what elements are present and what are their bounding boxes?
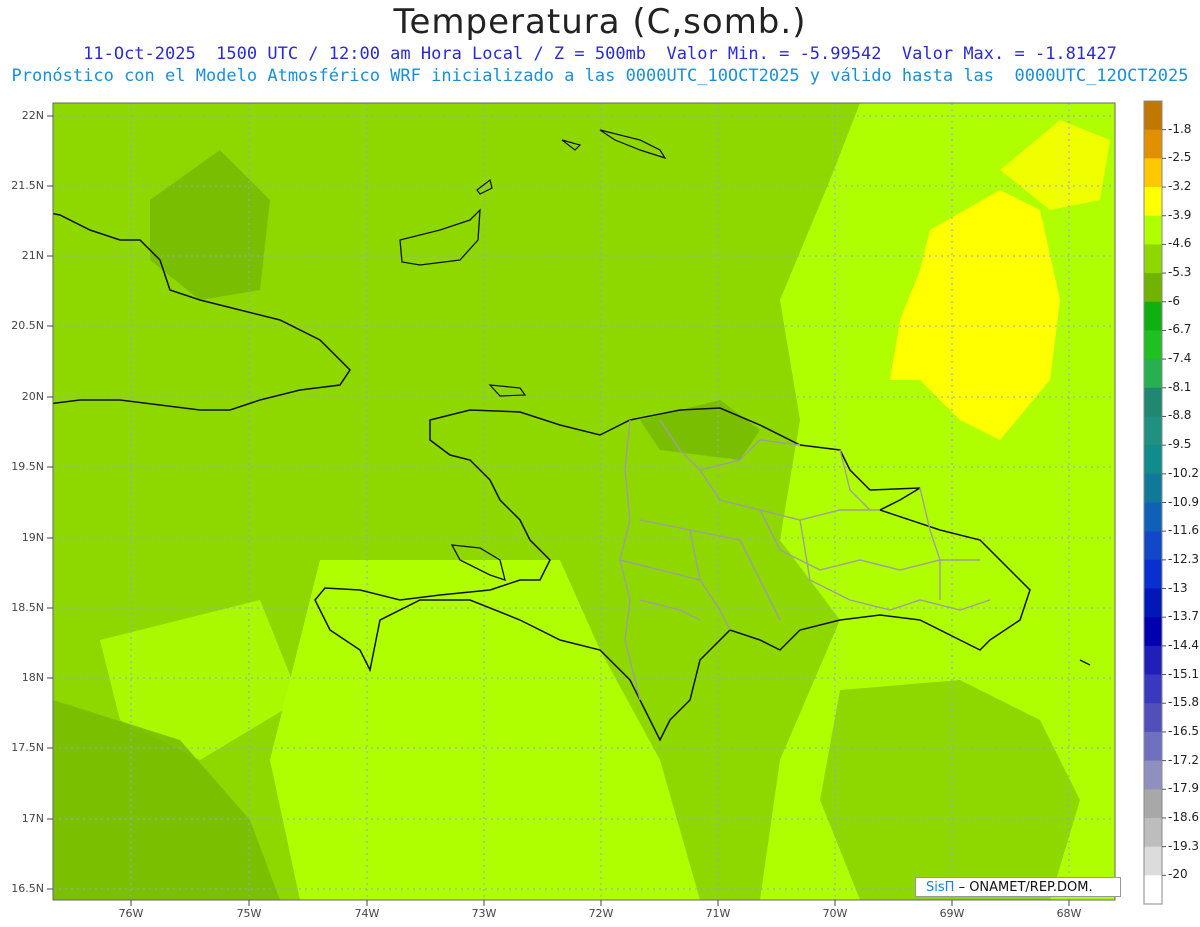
colorbar-label: -15.8	[1168, 695, 1200, 710]
colorbar-label: -2.5	[1168, 150, 1192, 165]
colorbar-label: -15.1	[1168, 666, 1200, 681]
lon-label: 72W	[588, 907, 614, 920]
colorbar	[1143, 100, 1166, 905]
colorbar-label: -9.5	[1168, 437, 1192, 452]
colorbar-swatch	[1144, 846, 1162, 876]
colorbar-swatch	[1144, 187, 1162, 217]
colorbar-label: -3.9	[1168, 207, 1192, 222]
lat-label: 16.5N	[11, 882, 44, 895]
colorbar-label: -8.1	[1168, 379, 1192, 394]
colorbar-label: -10.9	[1168, 494, 1200, 509]
lon-label: 70W	[822, 907, 848, 920]
colorbar-label: -17.2	[1168, 752, 1200, 767]
colorbar-label: -4.6	[1168, 236, 1192, 251]
colorbar-swatch	[1144, 617, 1162, 647]
credit-box: SisΠ – ONAMET/REP.DOM.	[915, 877, 1121, 897]
colorbar-swatch	[1144, 645, 1162, 676]
colorbar-label: -3.2	[1168, 179, 1192, 194]
colorbar-swatch	[1144, 158, 1162, 188]
lat-label: 22N	[21, 109, 44, 122]
lon-label: 76W	[118, 907, 144, 920]
lat-label: 19.5N	[11, 460, 44, 473]
valid-time-line: 11-Oct-2025 1500 UTC / 12:00 am Hora Loc…	[83, 44, 1117, 64]
lat-label: 17N	[21, 812, 44, 825]
colorbar-label: -1.8	[1168, 121, 1192, 136]
lon-label: 74W	[354, 907, 380, 920]
jamaica-edge	[40, 630, 50, 640]
temperature-field	[40, 103, 1115, 900]
colorbar-swatch	[1144, 387, 1162, 417]
page-title: Temperatura (C,somb.)	[393, 2, 807, 42]
lon-label: 73W	[471, 907, 497, 920]
colorbar-label: -11.6	[1168, 523, 1200, 538]
lat-label: 18N	[21, 671, 44, 684]
colorbar-swatch	[1144, 473, 1162, 503]
colorbar-swatch	[1144, 674, 1162, 704]
colorbar-swatch	[1144, 416, 1162, 446]
lat-label: 18.5N	[11, 601, 44, 614]
colorbar-label: -6	[1168, 293, 1180, 308]
colorbar-label: -10.2	[1168, 465, 1200, 480]
lat-label: 21N	[21, 249, 44, 262]
sispi-logo-text: SisΠ	[926, 880, 955, 895]
lat-label: 17.5N	[11, 741, 44, 754]
colorbar-label: -13	[1168, 580, 1188, 595]
colorbar-label: -20	[1168, 867, 1188, 882]
colorbar-label: -12.3	[1168, 551, 1200, 566]
colorbar-label: -16.5	[1168, 723, 1200, 738]
lat-label: 19N	[21, 531, 44, 544]
colorbar-swatch	[1144, 789, 1162, 819]
lat-label: 21.5N	[11, 179, 44, 192]
colorbar-label: -6.7	[1168, 322, 1192, 337]
colorbar-label: -13.7	[1168, 609, 1200, 624]
colorbar-swatch	[1144, 817, 1162, 848]
colorbar-swatch	[1144, 359, 1162, 389]
colorbar-swatch	[1144, 445, 1162, 475]
colorbar-swatch	[1144, 703, 1162, 733]
lat-label: 20N	[21, 390, 44, 403]
colorbar-label: -8.8	[1168, 408, 1192, 423]
colorbar-swatch	[1144, 129, 1162, 159]
colorbar-swatch	[1144, 330, 1162, 360]
colorbar-label: -14.4	[1168, 637, 1200, 652]
forecast-map	[40, 100, 1166, 906]
colorbar-swatch	[1144, 559, 1162, 590]
colorbar-swatch	[1144, 760, 1162, 790]
lon-label: 68W	[1056, 907, 1082, 920]
colorbar-label: -5.3	[1168, 265, 1192, 280]
colorbar-label: -19.3	[1168, 838, 1200, 853]
colorbar-swatch	[1144, 531, 1162, 561]
lat-label: 20.5N	[11, 319, 44, 332]
colorbar-swatch	[1144, 875, 1162, 905]
colorbar-label: -18.6	[1168, 809, 1200, 824]
lon-label: 69W	[939, 907, 965, 920]
colorbar-swatch	[1144, 215, 1162, 245]
lon-label: 71W	[705, 907, 731, 920]
colorbar-swatch	[1144, 301, 1162, 331]
colorbar-swatch	[1144, 244, 1162, 274]
colorbar-swatch	[1144, 588, 1162, 618]
credit-org: – ONAMET/REP.DOM.	[958, 880, 1093, 895]
colorbar-swatch	[1144, 502, 1162, 532]
colorbar-swatch	[1144, 273, 1162, 303]
model-info-line: Pronóstico con el Modelo Atmosférico WRF…	[11, 66, 1189, 86]
colorbar-label: -7.4	[1168, 351, 1192, 366]
lon-label: 75W	[236, 907, 262, 920]
colorbar-label: -17.9	[1168, 781, 1200, 796]
colorbar-swatch	[1144, 101, 1162, 131]
colorbar-swatch	[1144, 731, 1162, 762]
